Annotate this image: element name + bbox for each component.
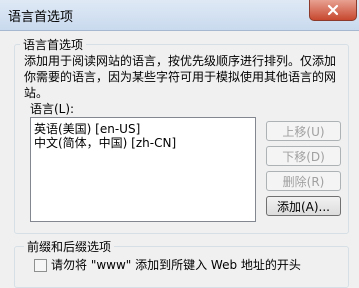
language-item-zh-cn[interactable]: 中文(简体，中国) [zh-CN] [34, 134, 176, 151]
remove-button[interactable]: 删除(R) [266, 171, 341, 191]
no-www-checkbox-label[interactable]: 请勿将 "www" 添加到所键入 Web 地址的开头 [51, 256, 301, 273]
window-title: 语言首选项 [8, 10, 74, 25]
no-www-checkbox[interactable] [34, 259, 47, 272]
close-icon [327, 4, 339, 16]
languages-listbox[interactable]: 英语(美国) [en-US] 中文(简体，中国) [zh-CN] [30, 117, 256, 222]
close-button[interactable] [309, 0, 357, 21]
title-bar: 语言首选项 [0, 0, 359, 31]
move-up-button[interactable]: 上移(U) [266, 121, 341, 141]
description-text: 添加用于阅读网站的语言，按优先级顺序进行排列。仅添加你需要的语言，因为某些字符可… [24, 54, 337, 100]
move-down-button[interactable]: 下移(D) [266, 146, 341, 166]
prefix-suffix-legend: 前缀和后缀选项 [24, 238, 115, 255]
add-button[interactable]: 添加(A)... [266, 196, 341, 216]
languages-label: 语言(L): [30, 102, 75, 116]
language-preferences-legend: 语言首选项 [20, 36, 87, 53]
